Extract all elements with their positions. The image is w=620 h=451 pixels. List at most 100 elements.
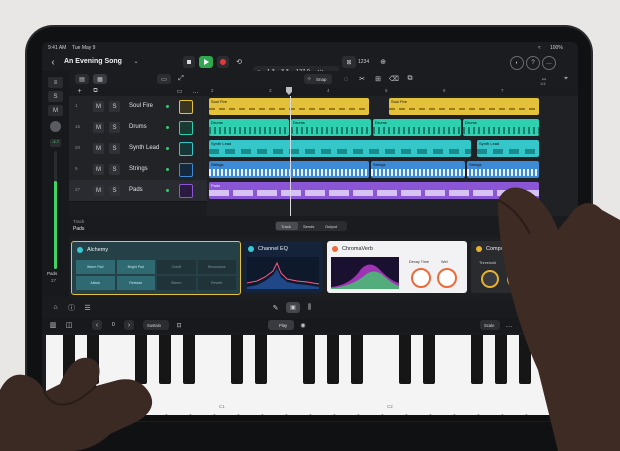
play-mode-button[interactable]: Play (268, 320, 294, 330)
chromaverb-plugin[interactable]: ChromaVerb Decay Time Wet (327, 241, 467, 293)
solo-button[interactable]: S (109, 101, 120, 112)
alchemy-cell[interactable]: Resonance (197, 260, 236, 274)
black-key[interactable] (303, 335, 315, 384)
sidebar-solo-button[interactable]: S (48, 91, 63, 102)
region-drums[interactable]: Drums (209, 119, 289, 136)
track-menu-icon[interactable]: … (191, 87, 200, 96)
decay-time-knob[interactable] (411, 268, 431, 288)
region-strings[interactable]: Strings (209, 161, 369, 178)
region-drums[interactable]: Drums (373, 119, 461, 136)
wet-knob[interactable] (437, 268, 457, 288)
track-row[interactable]: 20 M S Synth Lead (69, 138, 207, 160)
black-key[interactable] (231, 335, 243, 384)
tuner-icon[interactable]: ⊕ (377, 56, 389, 68)
track-row[interactable]: 1 M S Soul Fire (69, 96, 207, 118)
region-drums[interactable]: Drums (463, 119, 539, 136)
black-key[interactable] (351, 335, 363, 384)
folder-icon[interactable]: ▭ (175, 87, 184, 96)
alchemy-plugin[interactable]: Alchemy Warm Pad Bright Pad Cutoff Reson… (71, 241, 241, 295)
sidebar-mute-button[interactable]: M (48, 105, 63, 116)
chromaverb-power-icon[interactable] (332, 246, 338, 252)
region-synth-lead[interactable]: Synth Lead (477, 140, 539, 157)
browser-button[interactable]: ▭ (157, 74, 171, 84)
metronome-button[interactable]: ⊠ (342, 56, 356, 68)
tracks-view-button[interactable]: ▤ (75, 74, 89, 84)
help-icon[interactable]: ? (526, 56, 540, 70)
region-synth-lead[interactable]: Synth Lead (209, 140, 471, 157)
sustain-button[interactable]: Sustain (143, 320, 169, 330)
solo-button[interactable]: S (109, 143, 120, 154)
solo-button[interactable]: S (109, 185, 120, 196)
library-icon[interactable]: ⌂ (50, 302, 61, 313)
black-key[interactable] (255, 335, 267, 384)
piano-roll-icon[interactable]: ⫼ (304, 302, 315, 313)
stop-button[interactable] (183, 56, 195, 68)
cycle-icon[interactable]: ⟲ (233, 56, 245, 68)
octave-down-button[interactable]: ‹ (92, 320, 102, 330)
alchemy-power-icon[interactable] (77, 247, 83, 253)
region-strings[interactable]: Strings (371, 161, 465, 178)
track-row[interactable]: 27 M S Pads (69, 180, 207, 202)
alchemy-cell[interactable]: Cutoff (157, 260, 196, 274)
grid-view-button[interactable]: ▦ (93, 74, 107, 84)
alchemy-cell[interactable]: Attack (76, 276, 115, 290)
black-key[interactable] (399, 335, 411, 384)
copy-icon[interactable]: ⧉ (405, 74, 415, 84)
piano-icon[interactable]: ▥ (48, 320, 58, 330)
settings-icon[interactable]: ◐ (510, 56, 524, 70)
mute-button[interactable]: M (93, 185, 104, 196)
octave-up-button[interactable]: › (124, 320, 134, 330)
mute-button[interactable]: M (93, 122, 104, 133)
eq-curve-graph[interactable] (247, 257, 319, 289)
duplicate-track-icon[interactable]: ⧉ (91, 87, 100, 96)
info-icon[interactable]: ⓘ (66, 302, 77, 313)
add-track-icon[interactable]: + (75, 87, 84, 96)
snap-button[interactable]: ⊹ Snap (304, 74, 332, 84)
segment-output[interactable]: Output (325, 224, 337, 229)
more-icon[interactable]: … (542, 56, 556, 70)
alchemy-cell[interactable]: Stereo (157, 276, 196, 290)
alchemy-cell[interactable]: Bright Pad (116, 260, 155, 274)
count-in-label[interactable]: 1234 (358, 59, 369, 65)
playhead-handle[interactable] (286, 87, 292, 95)
volume-knob[interactable] (50, 121, 61, 132)
segment-track[interactable]: Track (281, 224, 291, 229)
pointer-icon[interactable]: ⌖ (561, 74, 571, 84)
glue-icon[interactable]: ⊞ (373, 74, 383, 84)
black-key[interactable] (423, 335, 435, 384)
chromaverb-display[interactable] (331, 257, 399, 289)
scissors-icon[interactable]: ✂ (357, 74, 367, 84)
mute-button[interactable]: M (93, 143, 104, 154)
track-row[interactable]: 9 M S Strings (69, 159, 207, 181)
alchemy-cell[interactable]: Reverb (197, 276, 236, 290)
channel-eq-power-icon[interactable] (248, 246, 254, 252)
record-button[interactable] (217, 56, 229, 68)
region-soul-fire[interactable]: Soul Fire (389, 98, 539, 115)
loop-icon[interactable]: ◌ (341, 74, 351, 84)
volume-fader-track[interactable] (54, 151, 57, 269)
automation-icon[interactable]: ⤢ (175, 74, 187, 84)
solo-button[interactable]: S (109, 164, 120, 175)
mute-button[interactable]: M (93, 101, 104, 112)
mixer-icon[interactable]: ☰ (82, 302, 93, 313)
lock-icon[interactable]: ⊡ (174, 320, 184, 330)
alchemy-cell[interactable]: Warm Pad (76, 260, 115, 274)
region-soul-fire[interactable]: Soul Fire (209, 98, 369, 115)
sidebar-library-button[interactable]: ≡ (48, 77, 63, 88)
segment-sends[interactable]: Sends (303, 224, 314, 229)
alchemy-cell[interactable]: Release (116, 276, 155, 290)
play-button[interactable] (199, 56, 213, 68)
project-menu-icon[interactable]: ⌄ (132, 57, 140, 66)
track-row[interactable]: 16 M S Drums (69, 117, 207, 139)
channel-eq-plugin[interactable]: Channel EQ (243, 241, 323, 293)
trash-icon[interactable]: ⌫ (389, 74, 399, 84)
solo-button[interactable]: S (109, 122, 120, 133)
plugins-view-button[interactable]: ▣ (286, 302, 300, 313)
mute-button[interactable]: M (93, 164, 104, 175)
region-drums[interactable]: Drums (291, 119, 371, 136)
arpeggiator-icon[interactable]: ◉ (298, 320, 308, 330)
pencil-icon[interactable]: ✎ (270, 302, 281, 313)
black-key[interactable] (327, 335, 339, 384)
layout-icon[interactable]: ◫ (64, 320, 74, 330)
project-title[interactable]: An Evening Song (64, 58, 122, 65)
